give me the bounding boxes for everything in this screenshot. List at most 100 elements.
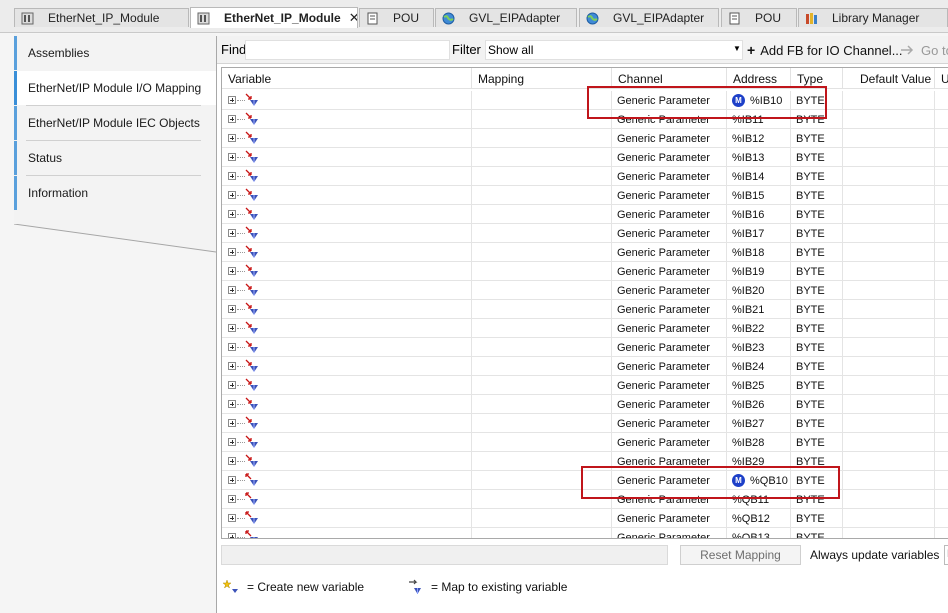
expand-icon[interactable] xyxy=(228,381,236,389)
expand-icon[interactable] xyxy=(228,248,236,256)
cell-variable[interactable] xyxy=(222,300,472,319)
cell-mapping[interactable] xyxy=(472,395,612,414)
expand-icon[interactable] xyxy=(228,362,236,370)
table-row[interactable]: Generic Parameter %IB26 BYTE xyxy=(222,395,948,414)
expand-icon[interactable] xyxy=(228,96,236,104)
expand-icon[interactable] xyxy=(228,305,236,313)
cell-variable[interactable] xyxy=(222,395,472,414)
cell-mapping[interactable] xyxy=(472,281,612,300)
cell-default[interactable] xyxy=(843,395,935,414)
table-row[interactable]: Generic Parameter %IB15 BYTE xyxy=(222,186,948,205)
column-header-unit[interactable]: U xyxy=(935,68,948,89)
cell-default[interactable] xyxy=(843,300,935,319)
add-fb-button[interactable]: + Add FB for IO Channel... xyxy=(747,40,903,60)
cell-variable[interactable] xyxy=(222,167,472,186)
table-row[interactable]: Generic Parameter %IB12 BYTE xyxy=(222,129,948,148)
table-row[interactable]: Generic Parameter %QB13 BYTE xyxy=(222,528,948,538)
cell-variable[interactable] xyxy=(222,357,472,376)
cell-default[interactable] xyxy=(843,414,935,433)
tab-library-manager[interactable]: Library Manager xyxy=(798,8,948,27)
expand-icon[interactable] xyxy=(228,210,236,218)
cell-default[interactable] xyxy=(843,281,935,300)
cell-variable[interactable] xyxy=(222,528,472,538)
table-row[interactable]: Generic Parameter %IB14 BYTE xyxy=(222,167,948,186)
expand-icon[interactable] xyxy=(228,134,236,142)
cell-variable[interactable] xyxy=(222,509,472,528)
cell-mapping[interactable] xyxy=(472,129,612,148)
cell-default[interactable] xyxy=(843,376,935,395)
chevron-down-icon[interactable]: ▼ xyxy=(733,44,741,53)
nav-item-information[interactable]: Information xyxy=(14,176,216,210)
always-update-select[interactable]: E xyxy=(944,545,948,565)
tab-ethernet-ip-module-2[interactable]: EtherNet_IP_Module ✕ xyxy=(190,7,358,28)
cell-mapping[interactable] xyxy=(472,509,612,528)
cell-mapping[interactable] xyxy=(472,167,612,186)
expand-icon[interactable] xyxy=(228,419,236,427)
cell-mapping[interactable] xyxy=(472,205,612,224)
table-row[interactable]: Generic Parameter %IB11 BYTE xyxy=(222,110,948,129)
cell-default[interactable] xyxy=(843,433,935,452)
cell-variable[interactable] xyxy=(222,148,472,167)
table-row[interactable]: Generic Parameter %IB13 BYTE xyxy=(222,148,948,167)
find-input[interactable] xyxy=(245,40,450,60)
cell-variable[interactable] xyxy=(222,376,472,395)
expand-icon[interactable] xyxy=(228,191,236,199)
cell-default[interactable] xyxy=(843,129,935,148)
nav-item-iec-objects[interactable]: EtherNet/IP Module IEC Objects xyxy=(14,106,216,140)
table-row[interactable]: Generic Parameter %QB12 BYTE xyxy=(222,509,948,528)
cell-variable[interactable] xyxy=(222,243,472,262)
tab-pou-1[interactable]: POU xyxy=(359,8,434,27)
cell-default[interactable] xyxy=(843,528,935,538)
nav-item-status[interactable]: Status xyxy=(14,141,216,175)
cell-mapping[interactable] xyxy=(472,433,612,452)
cell-default[interactable] xyxy=(843,262,935,281)
cell-default[interactable] xyxy=(843,224,935,243)
cell-variable[interactable] xyxy=(222,110,472,129)
nav-item-assemblies[interactable]: Assemblies xyxy=(14,36,216,70)
expand-icon[interactable] xyxy=(228,286,236,294)
tab-ethernet-ip-module-1[interactable]: EtherNet_IP_Module xyxy=(14,8,189,27)
cell-variable[interactable] xyxy=(222,433,472,452)
expand-icon[interactable] xyxy=(228,115,236,123)
expand-icon[interactable] xyxy=(228,457,236,465)
cell-variable[interactable] xyxy=(222,319,472,338)
expand-icon[interactable] xyxy=(228,267,236,275)
cell-variable[interactable] xyxy=(222,186,472,205)
cell-variable[interactable] xyxy=(222,224,472,243)
table-row[interactable]: Generic Parameter %IB20 BYTE xyxy=(222,281,948,300)
cell-default[interactable] xyxy=(843,509,935,528)
table-row[interactable]: Generic Parameter %IB28 BYTE xyxy=(222,433,948,452)
cell-variable[interactable] xyxy=(222,129,472,148)
column-header-default-value[interactable]: Default Value xyxy=(843,68,935,89)
table-row[interactable]: Generic Parameter %IB18 BYTE xyxy=(222,243,948,262)
table-row[interactable]: Generic Parameter %IB22 BYTE xyxy=(222,319,948,338)
tab-pou-2[interactable]: POU xyxy=(721,8,797,27)
cell-mapping[interactable] xyxy=(472,528,612,538)
expand-icon[interactable] xyxy=(228,495,236,503)
cell-variable[interactable] xyxy=(222,281,472,300)
table-row[interactable]: Generic Parameter M %IB10 BYTE xyxy=(222,91,948,110)
cell-default[interactable] xyxy=(843,205,935,224)
cell-default[interactable] xyxy=(843,186,935,205)
table-row[interactable]: Generic Parameter %IB27 BYTE xyxy=(222,414,948,433)
table-row[interactable]: Generic Parameter %IB25 BYTE xyxy=(222,376,948,395)
table-row[interactable]: Generic Parameter %IB21 BYTE xyxy=(222,300,948,319)
goto-button[interactable]: Go to xyxy=(900,40,948,60)
cell-mapping[interactable] xyxy=(472,338,612,357)
tab-gvl-eipadapter-2[interactable]: GVL_EIPAdapter xyxy=(579,8,719,27)
cell-mapping[interactable] xyxy=(472,186,612,205)
expand-icon[interactable] xyxy=(228,533,236,538)
expand-icon[interactable] xyxy=(228,438,236,446)
cell-variable[interactable] xyxy=(222,205,472,224)
cell-default[interactable] xyxy=(843,490,935,509)
cell-mapping[interactable] xyxy=(472,319,612,338)
cell-variable[interactable] xyxy=(222,91,472,110)
column-header-variable[interactable]: Variable xyxy=(222,68,472,89)
table-row[interactable]: Generic Parameter %IB16 BYTE xyxy=(222,205,948,224)
cell-default[interactable] xyxy=(843,243,935,262)
cell-mapping[interactable] xyxy=(472,414,612,433)
close-icon[interactable]: ✕ xyxy=(349,10,357,26)
table-row[interactable]: Generic Parameter %IB19 BYTE xyxy=(222,262,948,281)
cell-variable[interactable] xyxy=(222,262,472,281)
cell-mapping[interactable] xyxy=(472,224,612,243)
